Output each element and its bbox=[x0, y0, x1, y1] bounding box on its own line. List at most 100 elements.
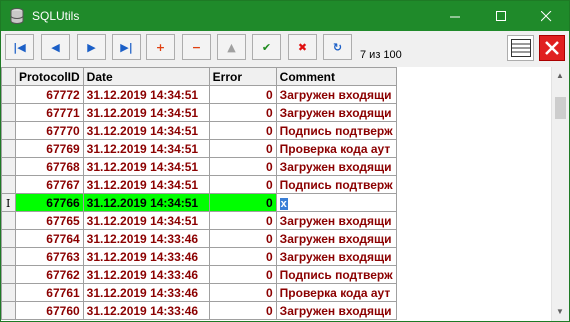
cell-date[interactable]: 31.12.2019 14:34:51 bbox=[82, 211, 210, 230]
maximize-button[interactable] bbox=[478, 1, 524, 31]
row-indicator[interactable] bbox=[1, 229, 16, 248]
cell-date[interactable]: 31.12.2019 14:33:46 bbox=[82, 283, 210, 302]
title-bar[interactable]: SQLUtils bbox=[1, 1, 569, 31]
cell-comment[interactable]: Проверка кода аут bbox=[275, 139, 397, 158]
cell-protocolid[interactable]: 67769 bbox=[15, 139, 84, 158]
cell-date[interactable]: 31.12.2019 14:34:51 bbox=[82, 175, 210, 194]
cell-protocolid[interactable]: 67768 bbox=[15, 157, 84, 176]
cell-error[interactable]: 0 bbox=[208, 175, 277, 194]
row-indicator[interactable] bbox=[1, 103, 16, 122]
cell-error[interactable]: 0 bbox=[208, 139, 277, 158]
column-header-date[interactable]: Date bbox=[82, 67, 210, 86]
first-record-button[interactable]: |◀ bbox=[5, 34, 34, 60]
delete-record-button[interactable]: − bbox=[182, 34, 211, 60]
cell-comment[interactable]: Загружен входящи bbox=[275, 85, 397, 104]
cell-date[interactable]: 31.12.2019 14:33:46 bbox=[82, 229, 210, 248]
cell-comment[interactable]: х bbox=[275, 193, 397, 212]
table-row[interactable]: 67764 31.12.2019 14:33:46 0 Загружен входящ… bbox=[1, 229, 397, 248]
column-header-comment[interactable]: Comment bbox=[275, 67, 397, 86]
insert-record-button[interactable]: + bbox=[146, 34, 175, 60]
table-row[interactable]: 67767 31.12.2019 14:34:51 0 Подпись подтвер… bbox=[1, 175, 397, 194]
cell-error[interactable]: 0 bbox=[208, 121, 277, 140]
table-row[interactable]: 67761 31.12.2019 14:33:46 0 Проверка кода а… bbox=[1, 283, 397, 302]
cell-date[interactable]: 31.12.2019 14:34:51 bbox=[82, 139, 210, 158]
cell-comment[interactable]: Загружен входящи bbox=[275, 103, 397, 122]
cell-comment[interactable]: Подпись подтверж bbox=[275, 265, 397, 284]
cell-date[interactable]: 31.12.2019 14:34:51 bbox=[82, 103, 210, 122]
table-row[interactable]: 67769 31.12.2019 14:34:51 0 Проверка кода а… bbox=[1, 139, 397, 158]
table-row[interactable]: 67770 31.12.2019 14:34:51 0 Подпись подтвер… bbox=[1, 121, 397, 140]
table-row[interactable]: 67768 31.12.2019 14:34:51 0 Загружен входящ… bbox=[1, 157, 397, 176]
table-row[interactable]: 67763 31.12.2019 14:33:46 0 Загружен входящ… bbox=[1, 247, 397, 266]
close-button[interactable] bbox=[523, 1, 569, 31]
cell-error[interactable]: 0 bbox=[208, 85, 277, 104]
row-indicator[interactable] bbox=[1, 265, 16, 284]
cell-date[interactable]: 31.12.2019 14:34:51 bbox=[82, 85, 210, 104]
cell-protocolid[interactable]: 67765 bbox=[15, 211, 84, 230]
cell-protocolid[interactable]: 67760 bbox=[15, 301, 84, 320]
post-record-button[interactable]: ✔ bbox=[252, 34, 281, 60]
table-row[interactable]: 67772 31.12.2019 14:34:51 0 Загружен входящ… bbox=[1, 85, 397, 104]
cell-error[interactable]: 0 bbox=[208, 301, 277, 320]
cell-date[interactable]: 31.12.2019 14:33:46 bbox=[82, 247, 210, 266]
row-indicator[interactable] bbox=[1, 175, 16, 194]
table-row[interactable]: 67771 31.12.2019 14:34:51 0 Загружен входящ… bbox=[1, 103, 397, 122]
refresh-button[interactable]: ↻ bbox=[323, 34, 352, 60]
prior-record-button[interactable]: ◀ bbox=[41, 34, 70, 60]
cell-protocolid[interactable]: 67772 bbox=[15, 85, 84, 104]
grid-view-button[interactable] bbox=[507, 35, 534, 61]
cell-error[interactable]: 0 bbox=[208, 247, 277, 266]
cell-comment[interactable]: Загружен входящи bbox=[275, 229, 397, 248]
cell-protocolid[interactable]: 67766 bbox=[15, 193, 84, 212]
cell-protocolid[interactable]: 67762 bbox=[15, 265, 84, 284]
cell-date[interactable]: 31.12.2019 14:33:46 bbox=[82, 265, 210, 284]
cell-date[interactable]: 31.12.2019 14:34:51 bbox=[82, 157, 210, 176]
minimize-button[interactable] bbox=[432, 1, 478, 31]
last-record-button[interactable]: ▶| bbox=[112, 34, 141, 60]
cell-error[interactable]: 0 bbox=[208, 283, 277, 302]
cell-comment[interactable]: Подпись подтверж bbox=[275, 175, 397, 194]
cell-comment[interactable]: Загружен входящи bbox=[275, 157, 397, 176]
row-indicator[interactable] bbox=[1, 247, 16, 266]
scroll-up-icon[interactable]: ▲ bbox=[556, 71, 564, 80]
cell-error[interactable]: 0 bbox=[208, 193, 277, 212]
cell-comment[interactable]: Загружен входящи bbox=[275, 211, 397, 230]
cell-date[interactable]: 31.12.2019 14:33:46 bbox=[82, 301, 210, 320]
cell-date[interactable]: 31.12.2019 14:34:51 bbox=[82, 121, 210, 140]
table-row[interactable]: I 67766 31.12.2019 14:34:51 0 х bbox=[1, 193, 397, 212]
cell-error[interactable]: 0 bbox=[208, 229, 277, 248]
cell-error[interactable]: 0 bbox=[208, 211, 277, 230]
cell-error[interactable]: 0 bbox=[208, 157, 277, 176]
row-indicator[interactable] bbox=[1, 139, 16, 158]
table-row[interactable]: 67760 31.12.2019 14:33:46 0 Загружен входящ… bbox=[1, 301, 397, 320]
cell-error[interactable]: 0 bbox=[208, 103, 277, 122]
cell-editor[interactable]: х bbox=[279, 197, 288, 210]
cell-comment[interactable]: Загружен входящи bbox=[275, 247, 397, 266]
table-row[interactable]: 67762 31.12.2019 14:33:46 0 Подпись подтвер… bbox=[1, 265, 397, 284]
data-grid[interactable]: ProtocolID Date Error Comment 67772 31.12… bbox=[1, 67, 569, 321]
table-row[interactable]: 67765 31.12.2019 14:34:51 0 Загружен входящ… bbox=[1, 211, 397, 230]
vertical-scrollbar[interactable]: ▲ ▼ bbox=[551, 67, 569, 321]
column-header-protocolid[interactable]: ProtocolID bbox=[15, 67, 84, 86]
edit-record-button[interactable]: ▲ bbox=[217, 34, 246, 60]
cell-error[interactable]: 0 bbox=[208, 265, 277, 284]
scroll-thumb[interactable] bbox=[555, 97, 566, 119]
cancel-edit-button[interactable]: ✖ bbox=[288, 34, 317, 60]
row-indicator[interactable] bbox=[1, 121, 16, 140]
row-indicator[interactable] bbox=[1, 85, 16, 104]
column-header-error[interactable]: Error bbox=[208, 67, 277, 86]
cell-protocolid[interactable]: 67771 bbox=[15, 103, 84, 122]
row-indicator[interactable] bbox=[1, 301, 16, 320]
row-indicator[interactable] bbox=[1, 211, 16, 230]
cell-protocolid[interactable]: 67770 bbox=[15, 121, 84, 140]
cell-protocolid[interactable]: 67764 bbox=[15, 229, 84, 248]
cell-protocolid[interactable]: 67763 bbox=[15, 247, 84, 266]
cell-date[interactable]: 31.12.2019 14:34:51 bbox=[82, 193, 210, 212]
scroll-down-icon[interactable]: ▼ bbox=[556, 307, 564, 316]
row-indicator[interactable] bbox=[1, 157, 16, 176]
cell-protocolid[interactable]: 67761 bbox=[15, 283, 84, 302]
row-indicator[interactable]: I bbox=[1, 193, 16, 212]
cell-comment[interactable]: Проверка кода аут bbox=[275, 283, 397, 302]
cell-comment[interactable]: Загружен входящи bbox=[275, 301, 397, 320]
cell-protocolid[interactable]: 67767 bbox=[15, 175, 84, 194]
